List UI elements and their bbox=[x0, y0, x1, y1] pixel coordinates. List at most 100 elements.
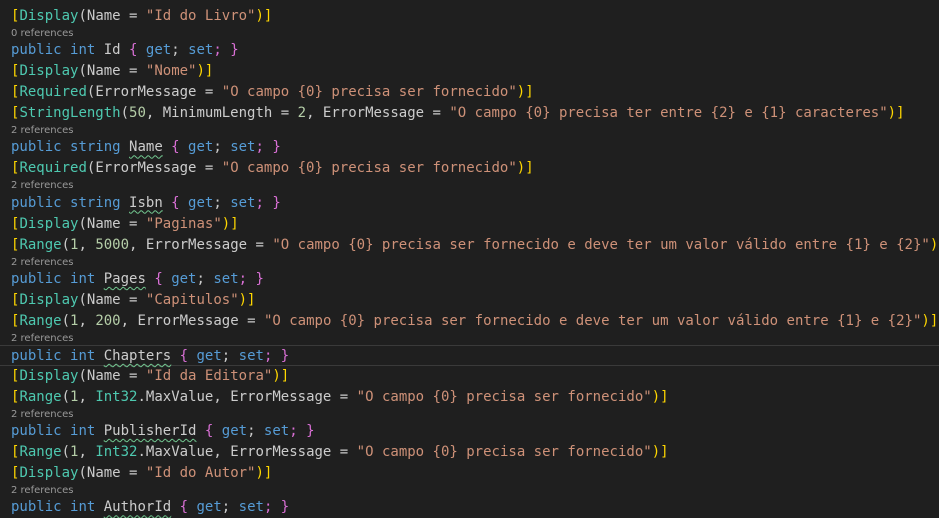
code-token: set bbox=[238, 347, 264, 364]
code-token: public bbox=[11, 347, 62, 364]
code-line[interactable]: [Range(1, Int32.MaxValue, ErrorMessage =… bbox=[0, 387, 939, 408]
code-line[interactable]: [Range(1, 200, ErrorMessage = "O campo {… bbox=[0, 311, 939, 332]
code-line[interactable]: [StringLength(50, MinimumLength = 2, Err… bbox=[0, 103, 939, 124]
code-token: public bbox=[11, 499, 62, 516]
code-token: , bbox=[129, 236, 146, 253]
code-token: { bbox=[162, 194, 189, 211]
code-token: 200 bbox=[95, 312, 121, 329]
code-token: set bbox=[238, 499, 264, 516]
code-token: ; bbox=[247, 423, 264, 440]
code-line[interactable]: public string Isbn { get; set; } bbox=[0, 193, 939, 214]
code-line[interactable]: [Required(ErrorMessage = "O campo {0} pr… bbox=[0, 158, 939, 179]
code-token: get bbox=[196, 347, 222, 364]
code-token: )] bbox=[255, 465, 273, 482]
code-token: , bbox=[213, 444, 231, 461]
code-token: public bbox=[11, 270, 62, 287]
code-token: , bbox=[120, 312, 138, 329]
code-token: public bbox=[11, 42, 62, 59]
code-token: ; } bbox=[263, 347, 290, 364]
code-token: string bbox=[70, 194, 121, 211]
code-line[interactable]: public int Pages { get; set; } bbox=[0, 269, 939, 290]
code-line[interactable]: public string Name { get; set; } bbox=[0, 137, 939, 158]
code-token: "Nome" bbox=[145, 63, 197, 80]
code-token: )] bbox=[255, 8, 273, 24]
code-token: { bbox=[171, 499, 197, 516]
code-token: Pages bbox=[103, 270, 146, 287]
code-token: get bbox=[196, 499, 222, 516]
code-token: Int32 bbox=[95, 388, 138, 405]
code-token: ErrorMessage bbox=[95, 160, 197, 177]
code-line[interactable]: public int AuthorId { get; set; } bbox=[0, 497, 939, 518]
code-token: Range bbox=[19, 444, 62, 461]
code-token: ErrorMessage bbox=[230, 444, 332, 461]
code-token: . bbox=[137, 444, 146, 461]
code-token: int bbox=[70, 347, 96, 364]
code-token: "Id do Livro" bbox=[145, 8, 256, 24]
code-token: ( bbox=[78, 8, 87, 24]
codelens-references[interactable]: 2 references bbox=[0, 332, 939, 345]
code-token: { bbox=[145, 270, 172, 287]
code-token: Display bbox=[19, 465, 79, 482]
code-line[interactable]: [Display(Name = "Nome")] bbox=[0, 61, 939, 82]
code-token: { bbox=[196, 423, 222, 440]
code-line[interactable]: [Display(Name = "Id da Editora")] bbox=[0, 366, 939, 387]
code-token: Name bbox=[86, 215, 121, 232]
code-token: Range bbox=[19, 388, 62, 405]
code-token: ( bbox=[61, 388, 71, 405]
code-token: = bbox=[120, 367, 146, 384]
code-editor[interactable]: [Display(Name = "Id do Livro")] 0 referen… bbox=[0, 0, 939, 515]
code-token: "O campo {0} precisa ser fornecido" bbox=[221, 84, 517, 101]
codelens-references[interactable]: 2 references bbox=[0, 484, 939, 497]
code-token: Display bbox=[19, 8, 79, 24]
code-token: ; bbox=[221, 499, 239, 516]
code-token: = bbox=[247, 236, 273, 253]
code-line[interactable]: [Required(ErrorMessage = "O campo {0} pr… bbox=[0, 82, 939, 103]
code-token: = bbox=[120, 291, 146, 308]
code-token: , bbox=[78, 312, 96, 329]
code-token: Id bbox=[103, 42, 121, 59]
codelens-references[interactable]: 0 references bbox=[0, 27, 939, 40]
code-line[interactable]: public int PublisherId { get; set; } bbox=[0, 421, 939, 442]
code-token: "Paginas" bbox=[145, 215, 222, 232]
codelens-references[interactable]: 2 references bbox=[0, 256, 939, 269]
code-token: )] bbox=[887, 105, 905, 122]
code-line[interactable]: [Range(1, 5000, ErrorMessage = "O campo … bbox=[0, 235, 939, 256]
code-token: = bbox=[120, 63, 146, 80]
code-token: { bbox=[162, 139, 189, 156]
codelens-references[interactable]: 2 references bbox=[0, 124, 939, 137]
code-line[interactable]: [Display(Name = "Capitulos")] bbox=[0, 290, 939, 311]
codelens-references[interactable]: 2 references bbox=[0, 408, 939, 421]
code-line-current[interactable]: public int Chapters { get; set; } bbox=[0, 344, 939, 366]
code-token: )] bbox=[238, 291, 256, 308]
code-token: ; } bbox=[255, 139, 281, 156]
code-token: )] bbox=[516, 84, 534, 101]
code-line[interactable]: public int Id { get; set; } bbox=[0, 40, 939, 61]
code-token: ErrorMessage bbox=[322, 105, 425, 122]
code-token: Name bbox=[86, 367, 121, 384]
code-line[interactable]: [Range(1, Int32.MaxValue, ErrorMessage =… bbox=[0, 442, 939, 463]
code-token: PublisherId bbox=[103, 423, 197, 440]
code-line[interactable]: [Display(Name = "Id do Livro")] bbox=[0, 6, 939, 27]
codelens-references[interactable]: 2 references bbox=[0, 179, 939, 192]
code-token: Name bbox=[86, 465, 121, 482]
code-token: "O campo {0} precisa ser fornecido e dev… bbox=[272, 236, 930, 253]
code-token: ; } bbox=[255, 194, 281, 211]
code-token: 5000 bbox=[95, 236, 130, 253]
code-token: StringLength bbox=[19, 105, 121, 122]
code-token: ; } bbox=[263, 499, 290, 516]
code-token: )] bbox=[272, 367, 290, 384]
code-token: { bbox=[171, 347, 197, 364]
code-token: Display bbox=[19, 63, 79, 80]
code-token: )] bbox=[651, 444, 669, 461]
code-token: int bbox=[70, 499, 96, 516]
code-token: MinimumLength bbox=[162, 105, 273, 122]
code-token: "O campo {0} precisa ter entre {2} e {1}… bbox=[449, 105, 888, 122]
code-token: get bbox=[188, 194, 214, 211]
code-token: ; bbox=[213, 194, 231, 211]
code-line[interactable]: [Display(Name = "Paginas")] bbox=[0, 214, 939, 235]
